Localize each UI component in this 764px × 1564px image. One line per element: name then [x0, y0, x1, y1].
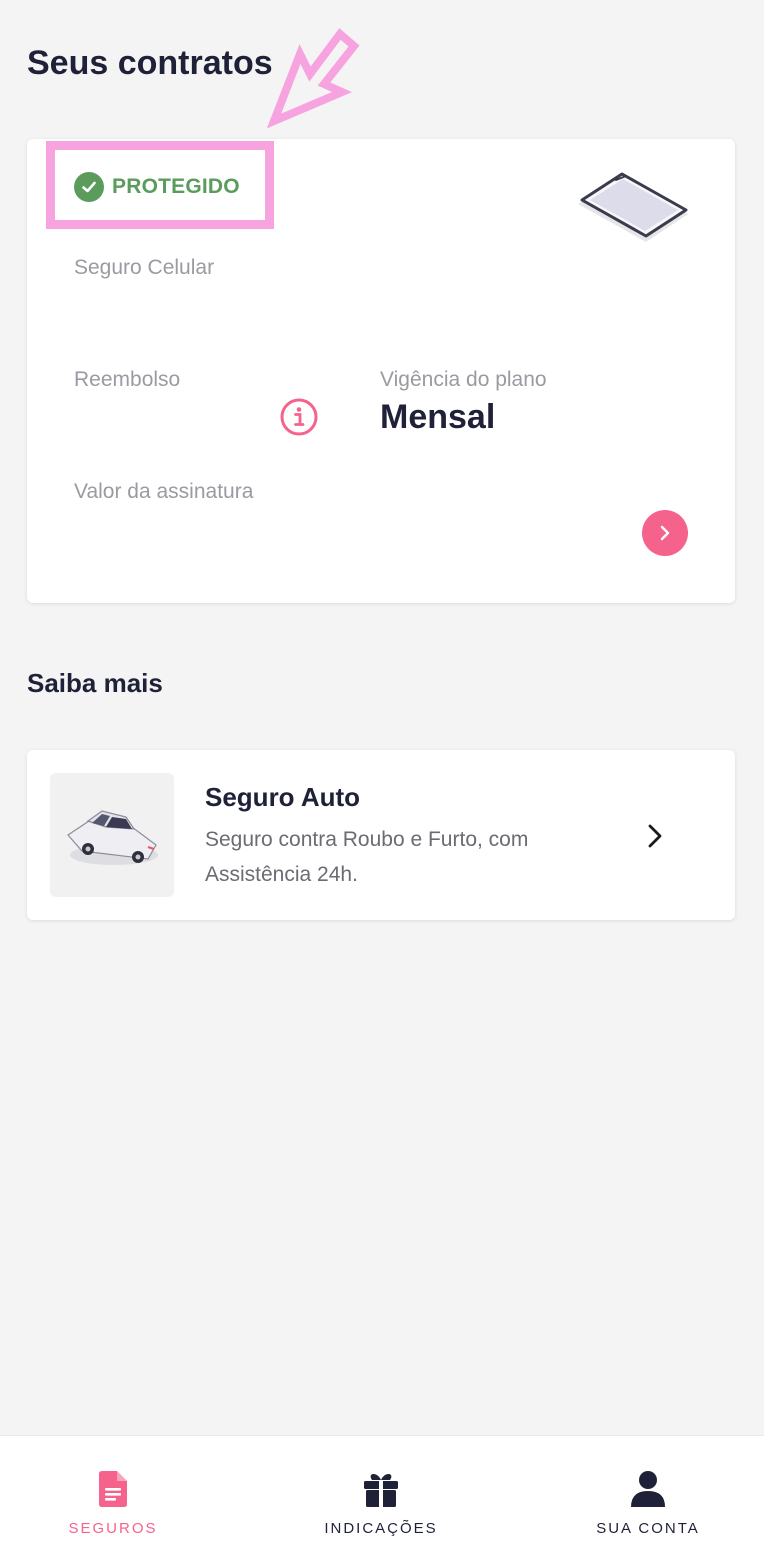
status-label: PROTEGIDO [112, 175, 240, 198]
valor-assinatura-label: Valor da assinatura [74, 480, 254, 503]
document-icon [99, 1469, 127, 1509]
chevron-right-icon [660, 525, 670, 541]
chevron-right-icon[interactable] [645, 822, 665, 850]
nav-item-sua-conta[interactable]: SUA CONTA [584, 1436, 712, 1564]
car-thumbnail [50, 773, 174, 897]
gift-icon [363, 1469, 399, 1509]
reembolso-label: Reembolso [74, 368, 181, 391]
page-title: Seus contratos [27, 44, 273, 82]
nav-label: SUA CONTA [596, 1520, 700, 1537]
app-screen: Seus contratos PROTEGIDO Seguro Celular … [0, 0, 764, 1564]
nav-item-seguros[interactable]: SEGUROS [48, 1436, 178, 1564]
product-name: Seguro Celular [74, 256, 215, 279]
promo-description: Seguro contra Roubo e Furto, com Assistê… [205, 828, 529, 886]
person-icon [631, 1469, 665, 1509]
promo-title: Seguro Auto [205, 782, 361, 812]
info-icon[interactable] [279, 397, 319, 437]
smartphone-illustration-icon [578, 172, 688, 242]
nav-label: SEGUROS [68, 1520, 158, 1537]
section-title: Saiba mais [27, 668, 163, 698]
check-circle-icon [74, 172, 104, 202]
vigencia-label: Vigência do plano [380, 368, 547, 391]
promo-card-seguro-auto[interactable]: Seguro Auto Seguro contra Roubo e Furto,… [27, 750, 735, 920]
contract-details-button[interactable] [642, 510, 688, 556]
car-illustration-icon [67, 810, 158, 865]
vigencia-value: Mensal [380, 398, 496, 436]
status-badge: PROTEGIDO [74, 172, 240, 202]
nav-item-indicacoes[interactable]: INDICAÇÕES [312, 1436, 450, 1564]
nav-label: INDICAÇÕES [324, 1520, 438, 1537]
bottom-navigation: SEGUROS INDICAÇÕES SUA CONTA [0, 1435, 764, 1564]
annotation-arrow-icon [266, 28, 360, 129]
